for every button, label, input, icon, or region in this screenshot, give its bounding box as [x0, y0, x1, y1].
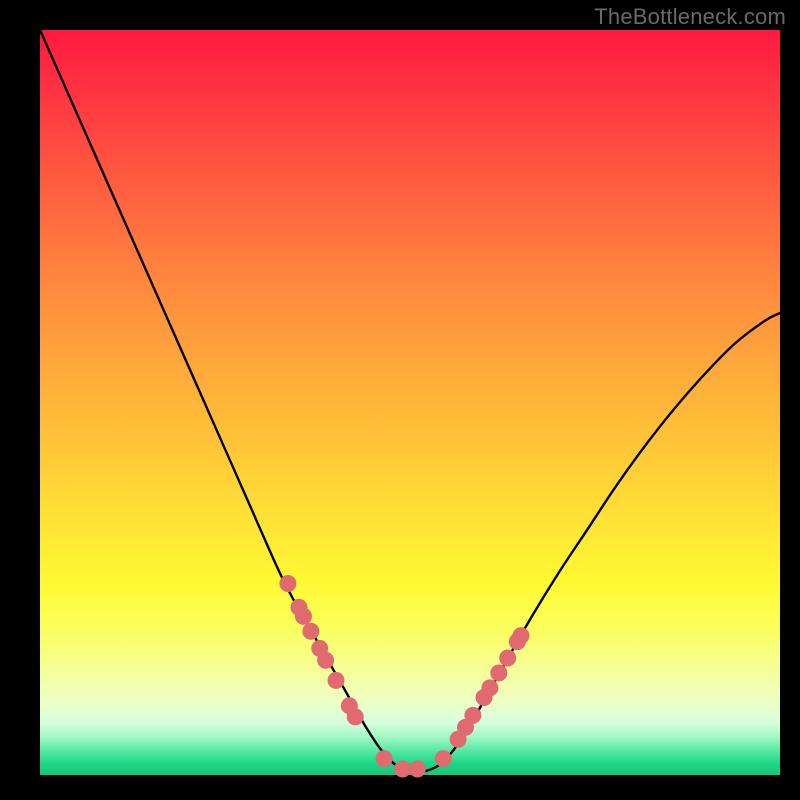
bottleneck-curve: [40, 30, 780, 772]
data-dot: [435, 750, 452, 767]
data-dot: [295, 608, 312, 625]
plot-area: [40, 30, 780, 775]
data-dot: [490, 664, 507, 681]
data-dot: [481, 679, 498, 696]
data-dot: [409, 761, 426, 778]
dots-group: [279, 575, 529, 778]
chart-frame: TheBottleneck.com: [0, 0, 800, 800]
data-dot: [499, 650, 516, 667]
watermark-text: TheBottleneck.com: [594, 4, 786, 30]
chart-svg: [40, 30, 780, 775]
data-dot: [513, 627, 530, 644]
data-dot: [464, 707, 481, 724]
data-dot: [302, 623, 319, 640]
data-dot: [376, 750, 393, 767]
data-dot: [347, 708, 364, 725]
data-dot: [328, 672, 345, 689]
data-dot: [317, 652, 334, 669]
data-dot: [394, 761, 411, 778]
curve-group: [40, 30, 780, 772]
data-dot: [279, 575, 296, 592]
